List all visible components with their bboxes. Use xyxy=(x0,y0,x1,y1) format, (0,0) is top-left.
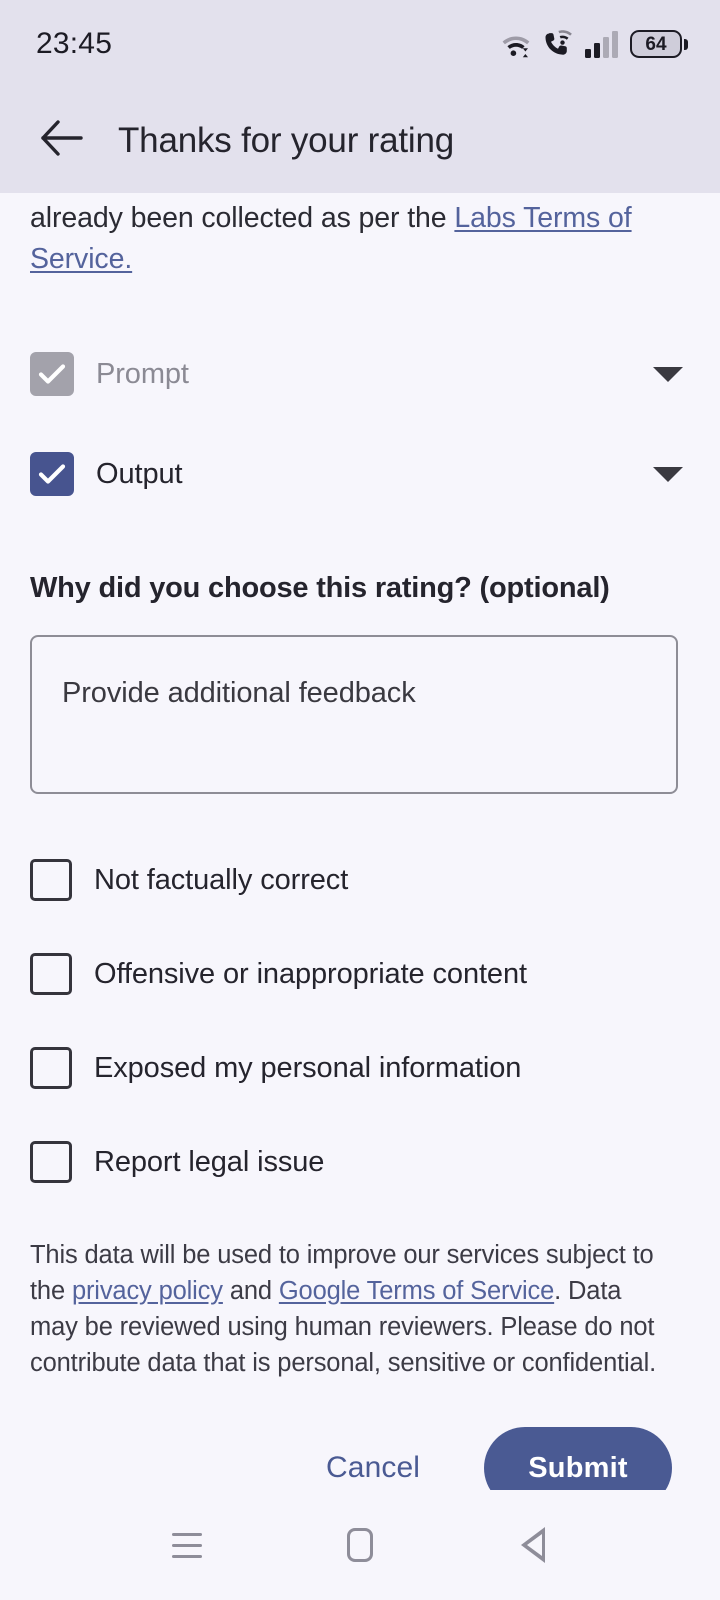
checkbox-report-legal-issue[interactable] xyxy=(30,1141,72,1183)
chevron-down-icon-prompt[interactable] xyxy=(646,352,690,396)
reason-row-exposed-personal-information[interactable]: Exposed my personal information xyxy=(30,1021,690,1115)
labs-disclaimer-line2: already been collected as per the xyxy=(30,202,455,234)
section-label-prompt: Prompt xyxy=(96,357,189,390)
rating-reason-question: Why did you choose this rating? (optiona… xyxy=(30,572,610,604)
reason-label: Exposed my personal information xyxy=(94,1051,522,1084)
google-terms-of-service-link[interactable]: Google Terms of Service xyxy=(279,1277,554,1305)
reason-label: Not factually correct xyxy=(94,863,349,896)
app-bar: Thanks for your rating xyxy=(0,88,720,193)
back-button[interactable] xyxy=(30,109,94,173)
battery-level: 64 xyxy=(645,33,667,55)
disclaimer-part2: and xyxy=(222,1277,279,1305)
battery-nub xyxy=(684,38,688,50)
status-bar: 23:45 64 xyxy=(0,0,720,88)
wifi-calling-icon xyxy=(542,29,574,59)
phone-screen: 23:45 64 Thanks for your rating already … xyxy=(0,0,720,1600)
output-checkbox[interactable] xyxy=(30,452,74,496)
nav-home-button[interactable] xyxy=(314,1499,406,1591)
status-time: 23:45 xyxy=(36,27,113,60)
checkbox-offensive-content[interactable] xyxy=(30,953,72,995)
wifi-icon xyxy=(501,30,531,58)
submit-button[interactable]: Submit xyxy=(484,1427,672,1490)
back-triangle-icon xyxy=(521,1527,546,1563)
nav-back-button[interactable] xyxy=(487,1499,579,1591)
reason-label: Offensive or inappropriate content xyxy=(94,957,527,990)
home-icon xyxy=(346,1528,373,1562)
checkbox-exposed-personal-information[interactable] xyxy=(30,1047,72,1089)
section-row-prompt[interactable]: Prompt xyxy=(30,346,690,402)
labs-disclaimer-text: by humans and is in addition to data tha… xyxy=(30,193,690,280)
reason-row-not-factually-correct[interactable]: Not factually correct xyxy=(30,833,690,927)
status-icons: 64 xyxy=(501,29,688,59)
cancel-button[interactable]: Cancel xyxy=(318,1435,428,1490)
nav-recents-button[interactable] xyxy=(141,1499,233,1591)
data-usage-disclaimer: This data will be used to improve our se… xyxy=(30,1237,670,1381)
form-content[interactable]: by humans and is in addition to data tha… xyxy=(0,193,720,1490)
back-arrow-icon xyxy=(40,119,84,162)
recents-icon xyxy=(171,1532,202,1558)
cellular-signal-icon xyxy=(585,30,619,58)
checkbox-not-factually-correct[interactable] xyxy=(30,859,72,901)
battery-icon: 64 xyxy=(630,30,688,58)
privacy-policy-link[interactable]: privacy policy xyxy=(72,1277,223,1305)
reason-row-offensive-content[interactable]: Offensive or inappropriate content xyxy=(30,927,690,1021)
reason-row-report-legal-issue[interactable]: Report legal issue xyxy=(30,1115,690,1209)
reason-label: Report legal issue xyxy=(94,1145,325,1178)
android-nav-bar xyxy=(0,1490,720,1600)
form-actions: Cancel Submit xyxy=(30,1427,690,1490)
prompt-checkbox[interactable] xyxy=(30,352,74,396)
additional-feedback-input[interactable] xyxy=(30,635,678,794)
page-title: Thanks for your rating xyxy=(118,120,455,160)
chevron-down-icon-output[interactable] xyxy=(646,452,690,496)
section-row-output[interactable]: Output xyxy=(30,446,690,502)
reason-checkbox-list: Not factually correct Offensive or inapp… xyxy=(30,833,690,1209)
section-label-output: Output xyxy=(96,457,183,490)
